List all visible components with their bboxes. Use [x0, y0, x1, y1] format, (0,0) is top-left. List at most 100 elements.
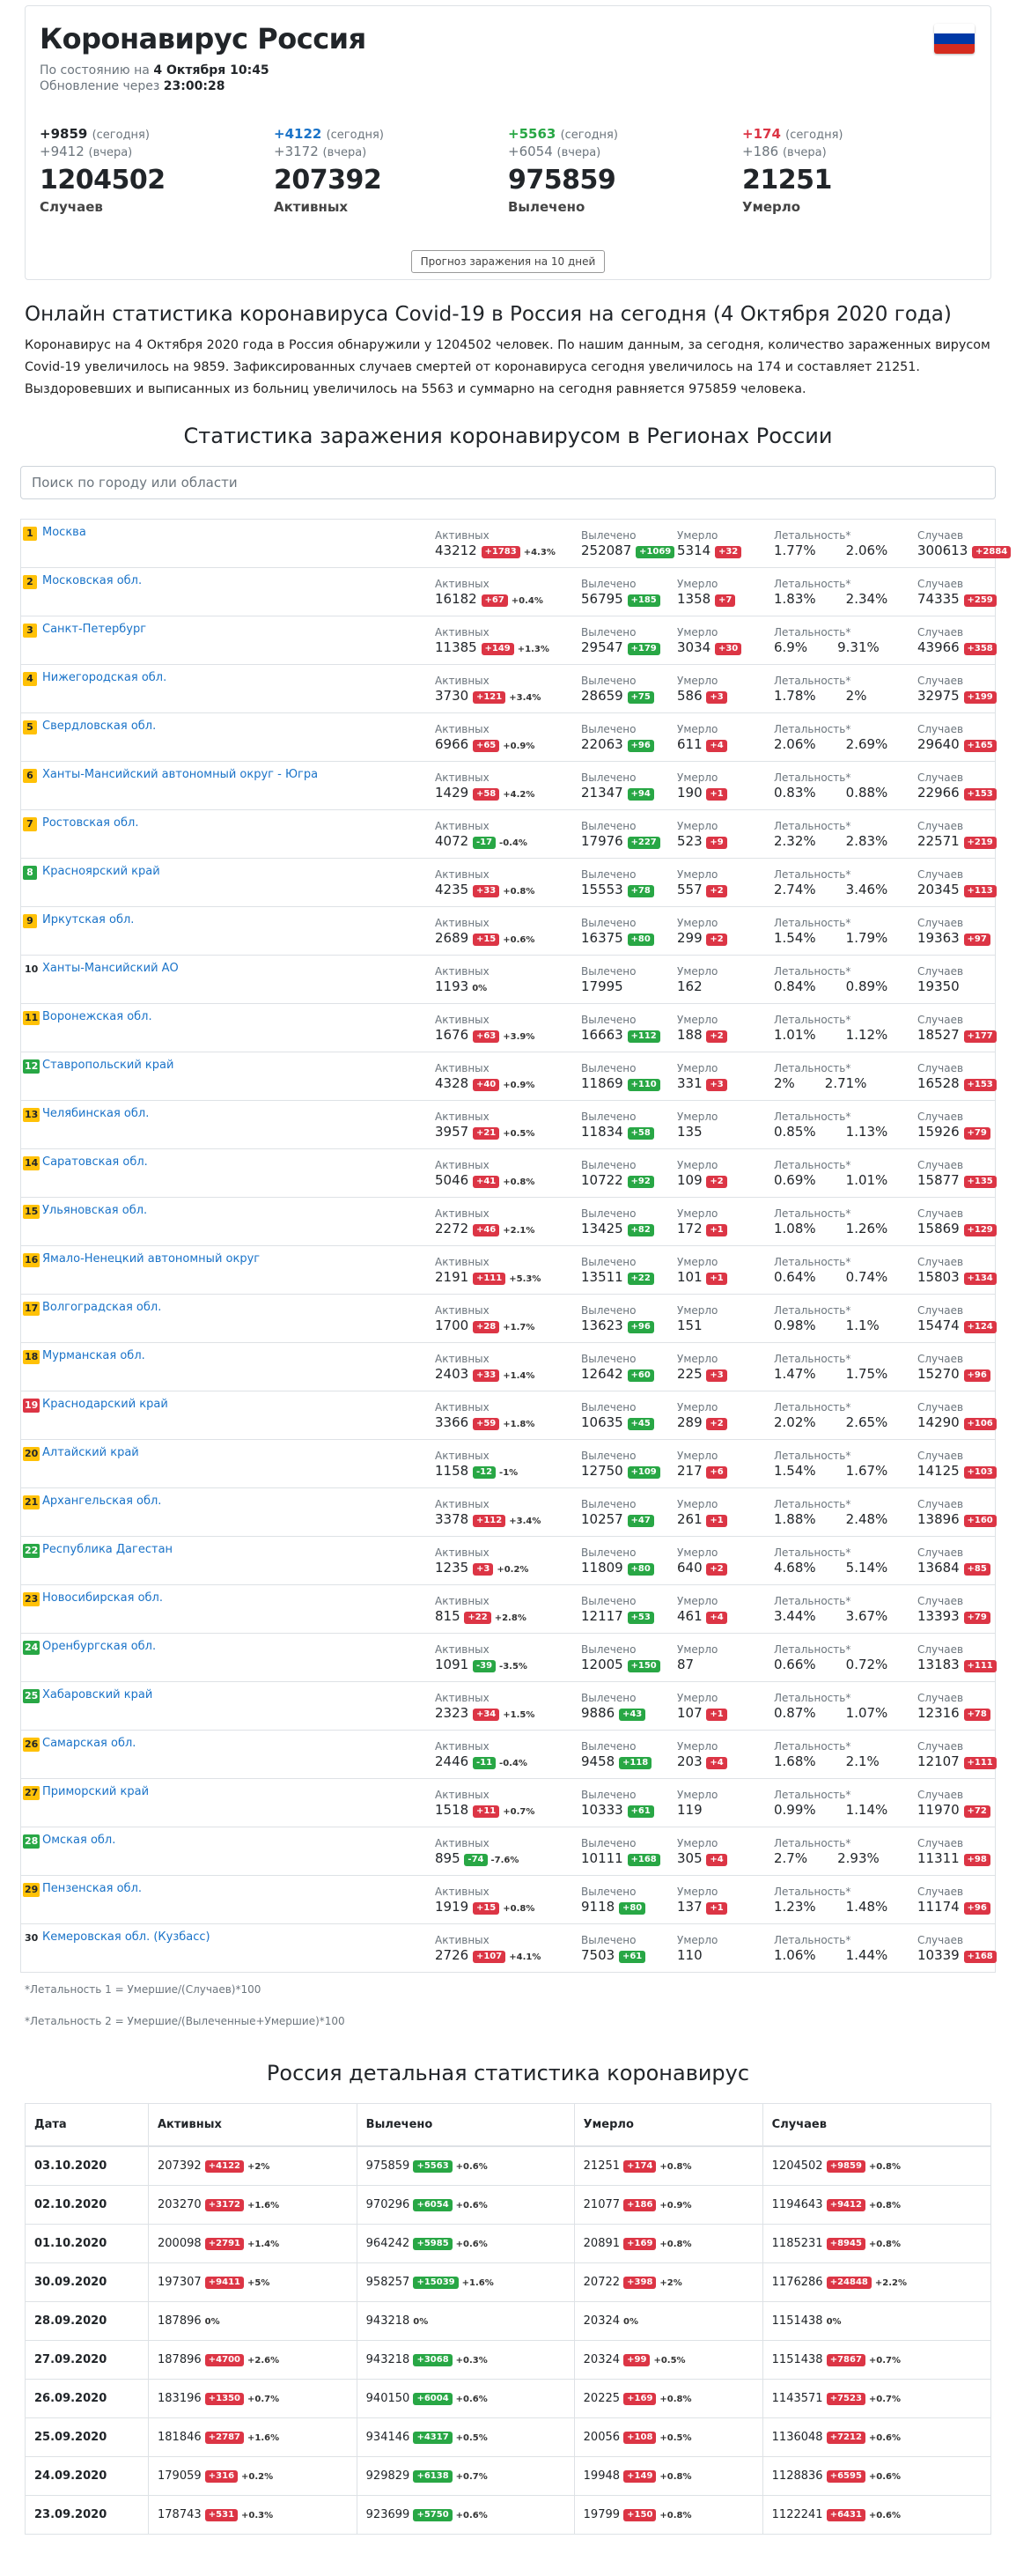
- delta-badge: -74: [464, 1854, 488, 1866]
- lethality-2: 2.83%: [845, 833, 888, 849]
- died-value: 101 +1: [677, 1268, 727, 1286]
- recovered-value: 10111 +168: [581, 1849, 660, 1867]
- region-link[interactable]: Алтайский край: [42, 1446, 139, 1459]
- region-link[interactable]: Нижегородская обл.: [42, 671, 166, 684]
- stat-total: 975859: [508, 165, 616, 196]
- region-link[interactable]: Челябинская обл.: [42, 1107, 149, 1120]
- detail-rec: 964242 +5985 +0.6%: [357, 2224, 575, 2263]
- region-rank: 26: [23, 1738, 40, 1752]
- cases-col: Случаев 18527 +177: [917, 1014, 997, 1044]
- region-link[interactable]: Архангельская обл.: [42, 1495, 161, 1508]
- cases-label: Случаев: [917, 1111, 964, 1123]
- region-rank: 21: [23, 1495, 40, 1509]
- lethality-label: Летальность*: [774, 529, 851, 542]
- region-link[interactable]: Самарская обл.: [42, 1737, 136, 1750]
- region-link[interactable]: Омская обл.: [42, 1834, 115, 1847]
- died-col: Умерло 109 +2: [677, 1159, 727, 1189]
- delta-badge: +135: [963, 1176, 997, 1188]
- cases-number: 14290: [917, 1414, 960, 1430]
- region-link[interactable]: Республика Дагестан: [42, 1543, 173, 1556]
- forecast-button[interactable]: Прогноз заражения на 10 дней: [410, 250, 606, 273]
- region-link[interactable]: Ханты-Мансийский автономный округ - Югра: [42, 768, 318, 781]
- delta-badge: +1069: [636, 546, 675, 558]
- region-row: 20 Алтайский край Активных 1158 -12 -1% Вылеч…: [20, 1440, 997, 1488]
- recovered-col: Вылечено 16663 +112: [581, 1014, 660, 1044]
- detail-cases: 1128836 +6595 +0.6%: [762, 2456, 992, 2496]
- active-col: Активных 1235 +3 +0.2%: [435, 1546, 528, 1579]
- active-label: Активных: [435, 965, 490, 978]
- region-link[interactable]: Красноярский край: [42, 865, 160, 878]
- active-value: 1518 +11 +0.7%: [435, 1801, 534, 1821]
- region-link[interactable]: Кемеровская обл. (Кузбасс): [42, 1930, 210, 1944]
- delta-badge: +47: [627, 1515, 654, 1527]
- region-link[interactable]: Хабаровский край: [42, 1688, 152, 1701]
- delta-badge: +134: [963, 1273, 997, 1285]
- region-link[interactable]: Ульяновская обл.: [42, 1204, 147, 1217]
- delta-badge: +96: [627, 1321, 654, 1333]
- active-col: Активных 11385 +149 +1.3%: [435, 626, 549, 659]
- detail-act: 187896 +4700 +2.6%: [148, 2340, 357, 2380]
- cases-col: Случаев 13684 +85: [917, 1546, 990, 1576]
- delta-badge: +2787: [204, 2432, 244, 2444]
- stat-total: 207392: [274, 165, 382, 196]
- region-link[interactable]: Мурманская обл.: [42, 1349, 145, 1362]
- detail-rec-number: 923699: [365, 2508, 410, 2521]
- cases-number: 43966: [917, 639, 960, 655]
- detail-act: 203270 +3172 +1.6%: [148, 2185, 357, 2225]
- region-link[interactable]: Москва: [42, 526, 86, 539]
- recovered-col: Вылечено 11809 +80: [581, 1546, 654, 1576]
- delta-badge: -39: [472, 1660, 497, 1672]
- region-link[interactable]: Оренбургская обл.: [42, 1640, 156, 1653]
- cases-number: 300613: [917, 543, 968, 558]
- detail-rec-number: 943218: [365, 2314, 410, 2328]
- active-number: 43212: [435, 543, 477, 558]
- lethality-col: Летальность* 0.66% 0.72%: [774, 1643, 887, 1673]
- search-input[interactable]: [20, 466, 996, 499]
- recovered-label: Вылечено: [581, 1692, 637, 1704]
- region-row: 27 Приморский край Активных 1518 +11 +0.7% Вы…: [20, 1779, 996, 1827]
- recovered-col: Вылечено 252087 +1069: [581, 529, 675, 559]
- active-label: Активных: [435, 1595, 490, 1607]
- lethality-2: 1.75%: [845, 1366, 888, 1382]
- region-link[interactable]: Ростовская обл.: [42, 816, 138, 830]
- active-label: Активных: [435, 1062, 490, 1074]
- delta-badge: +316: [204, 2470, 239, 2483]
- recovered-value: 56795 +185: [581, 590, 660, 608]
- died-col: Умерло 299 +2: [677, 917, 727, 947]
- recovered-label: Вылечено: [581, 1401, 637, 1413]
- region-link[interactable]: Воронежская обл.: [42, 1010, 152, 1023]
- region-link[interactable]: Пензенская обл.: [42, 1882, 142, 1895]
- detail-act-number: 207392: [158, 2159, 202, 2173]
- region-link[interactable]: Волгоградская обл.: [42, 1301, 161, 1314]
- lethality-2: 1.12%: [845, 1027, 888, 1043]
- died-number: 203: [677, 1753, 703, 1769]
- region-link[interactable]: Ханты-Мансийский АО: [42, 962, 179, 975]
- region-link[interactable]: Московская обл.: [42, 574, 142, 587]
- region-link[interactable]: Свердловская обл.: [42, 720, 156, 733]
- region-link[interactable]: Ямало-Ненецкий автономный округ: [42, 1252, 260, 1266]
- delta-badge: +92: [627, 1176, 654, 1188]
- lethality-1: 4.68%: [774, 1560, 816, 1576]
- recovered-number: 10111: [581, 1850, 623, 1866]
- region-row: 2 Московская обл. Активных 16182 +67 +0.4% Вы…: [20, 568, 997, 616]
- lethality-1: 1.54%: [774, 1463, 816, 1479]
- region-link[interactable]: Приморский край: [42, 1785, 149, 1798]
- detail-cases: 1151438 0%: [762, 2301, 992, 2341]
- region-link[interactable]: Иркутская обл.: [42, 913, 134, 926]
- detail-rec-percent: 0%: [413, 2317, 429, 2327]
- delta-badge: +5750: [413, 2509, 453, 2521]
- region-link[interactable]: Саратовская обл.: [42, 1155, 148, 1169]
- recovered-number: 10257: [581, 1511, 623, 1527]
- lethality-1: 2.02%: [774, 1414, 816, 1430]
- delta-badge: +150: [623, 2509, 657, 2521]
- region-link[interactable]: Санкт-Петербург: [42, 623, 146, 636]
- lethality-value: 1.01% 1.12%: [774, 1026, 887, 1044]
- stat-name: Умерло: [742, 199, 801, 215]
- region-link[interactable]: Краснодарский край: [42, 1398, 168, 1411]
- cases-label: Случаев: [917, 1789, 964, 1801]
- region-link[interactable]: Ставропольский край: [42, 1059, 173, 1072]
- delta-badge: +3: [706, 1079, 727, 1091]
- detail-die-percent: +0.8%: [659, 2240, 692, 2249]
- detail-die-number: 20891: [583, 2237, 621, 2250]
- region-link[interactable]: Новосибирская обл.: [42, 1591, 163, 1605]
